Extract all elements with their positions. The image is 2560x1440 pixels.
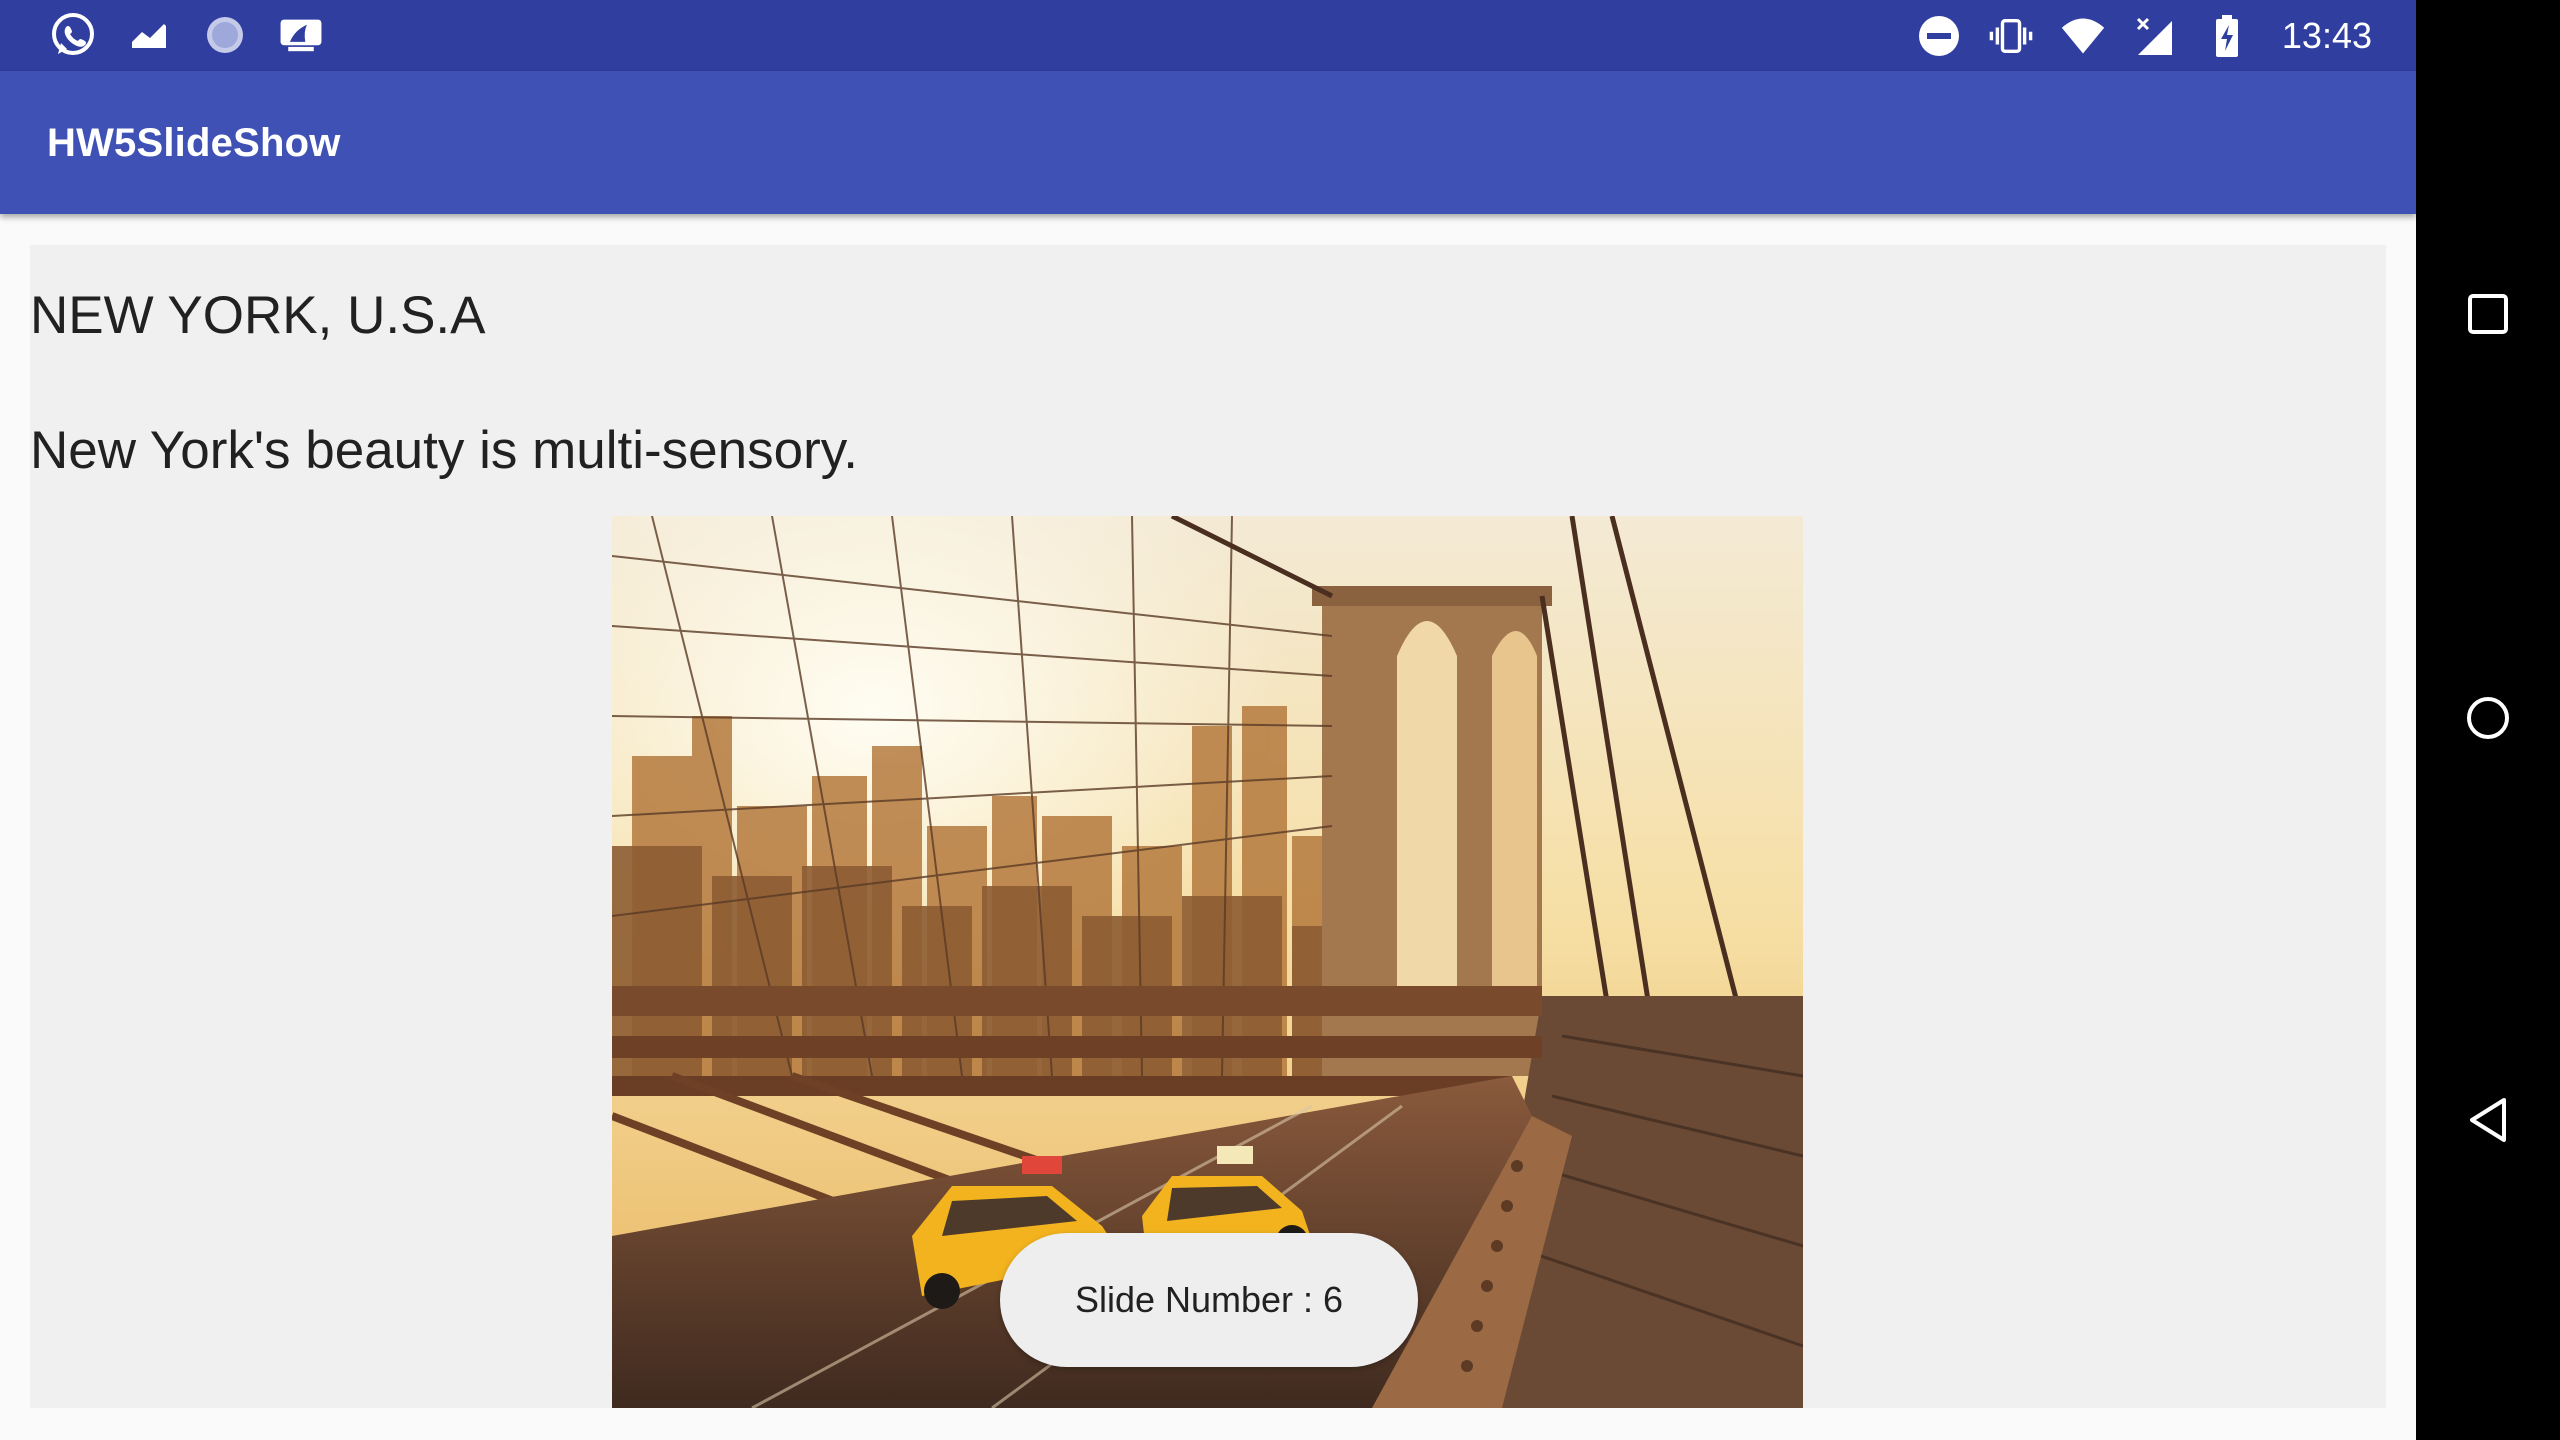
- home-button[interactable]: [2416, 660, 2560, 780]
- recents-icon: [2466, 292, 2510, 341]
- stocks-icon: [126, 12, 172, 58]
- loading-icon: [202, 12, 248, 58]
- home-icon: [2464, 694, 2512, 747]
- wifi-icon: [2060, 13, 2106, 59]
- mlb-icon: [278, 12, 324, 58]
- whatsapp-icon: [50, 12, 96, 58]
- cell-signal-icon: [2132, 13, 2178, 59]
- do-not-disturb-icon: [1916, 13, 1962, 59]
- notification-icons: [50, 12, 324, 58]
- recents-button[interactable]: [2416, 256, 2560, 376]
- navigation-bar: [2416, 0, 2560, 1440]
- slide-title: NEW YORK, U.S.A: [30, 286, 486, 345]
- app-title: HW5SlideShow: [47, 121, 341, 165]
- slide-number-toast: Slide Number : 6: [1000, 1233, 1418, 1367]
- battery-charging-icon: [2204, 13, 2250, 59]
- back-button[interactable]: [2416, 1062, 2560, 1182]
- status-bar: 13:43: [0, 0, 2416, 71]
- vibrate-icon: [1988, 13, 2034, 59]
- slide-description: New York's beauty is multi-sensory.: [30, 421, 859, 480]
- system-icons: 13:43: [1916, 0, 2372, 71]
- app-bar: HW5SlideShow: [0, 71, 2416, 214]
- back-icon: [2466, 1096, 2510, 1149]
- status-time: 13:43: [2281, 14, 2372, 56]
